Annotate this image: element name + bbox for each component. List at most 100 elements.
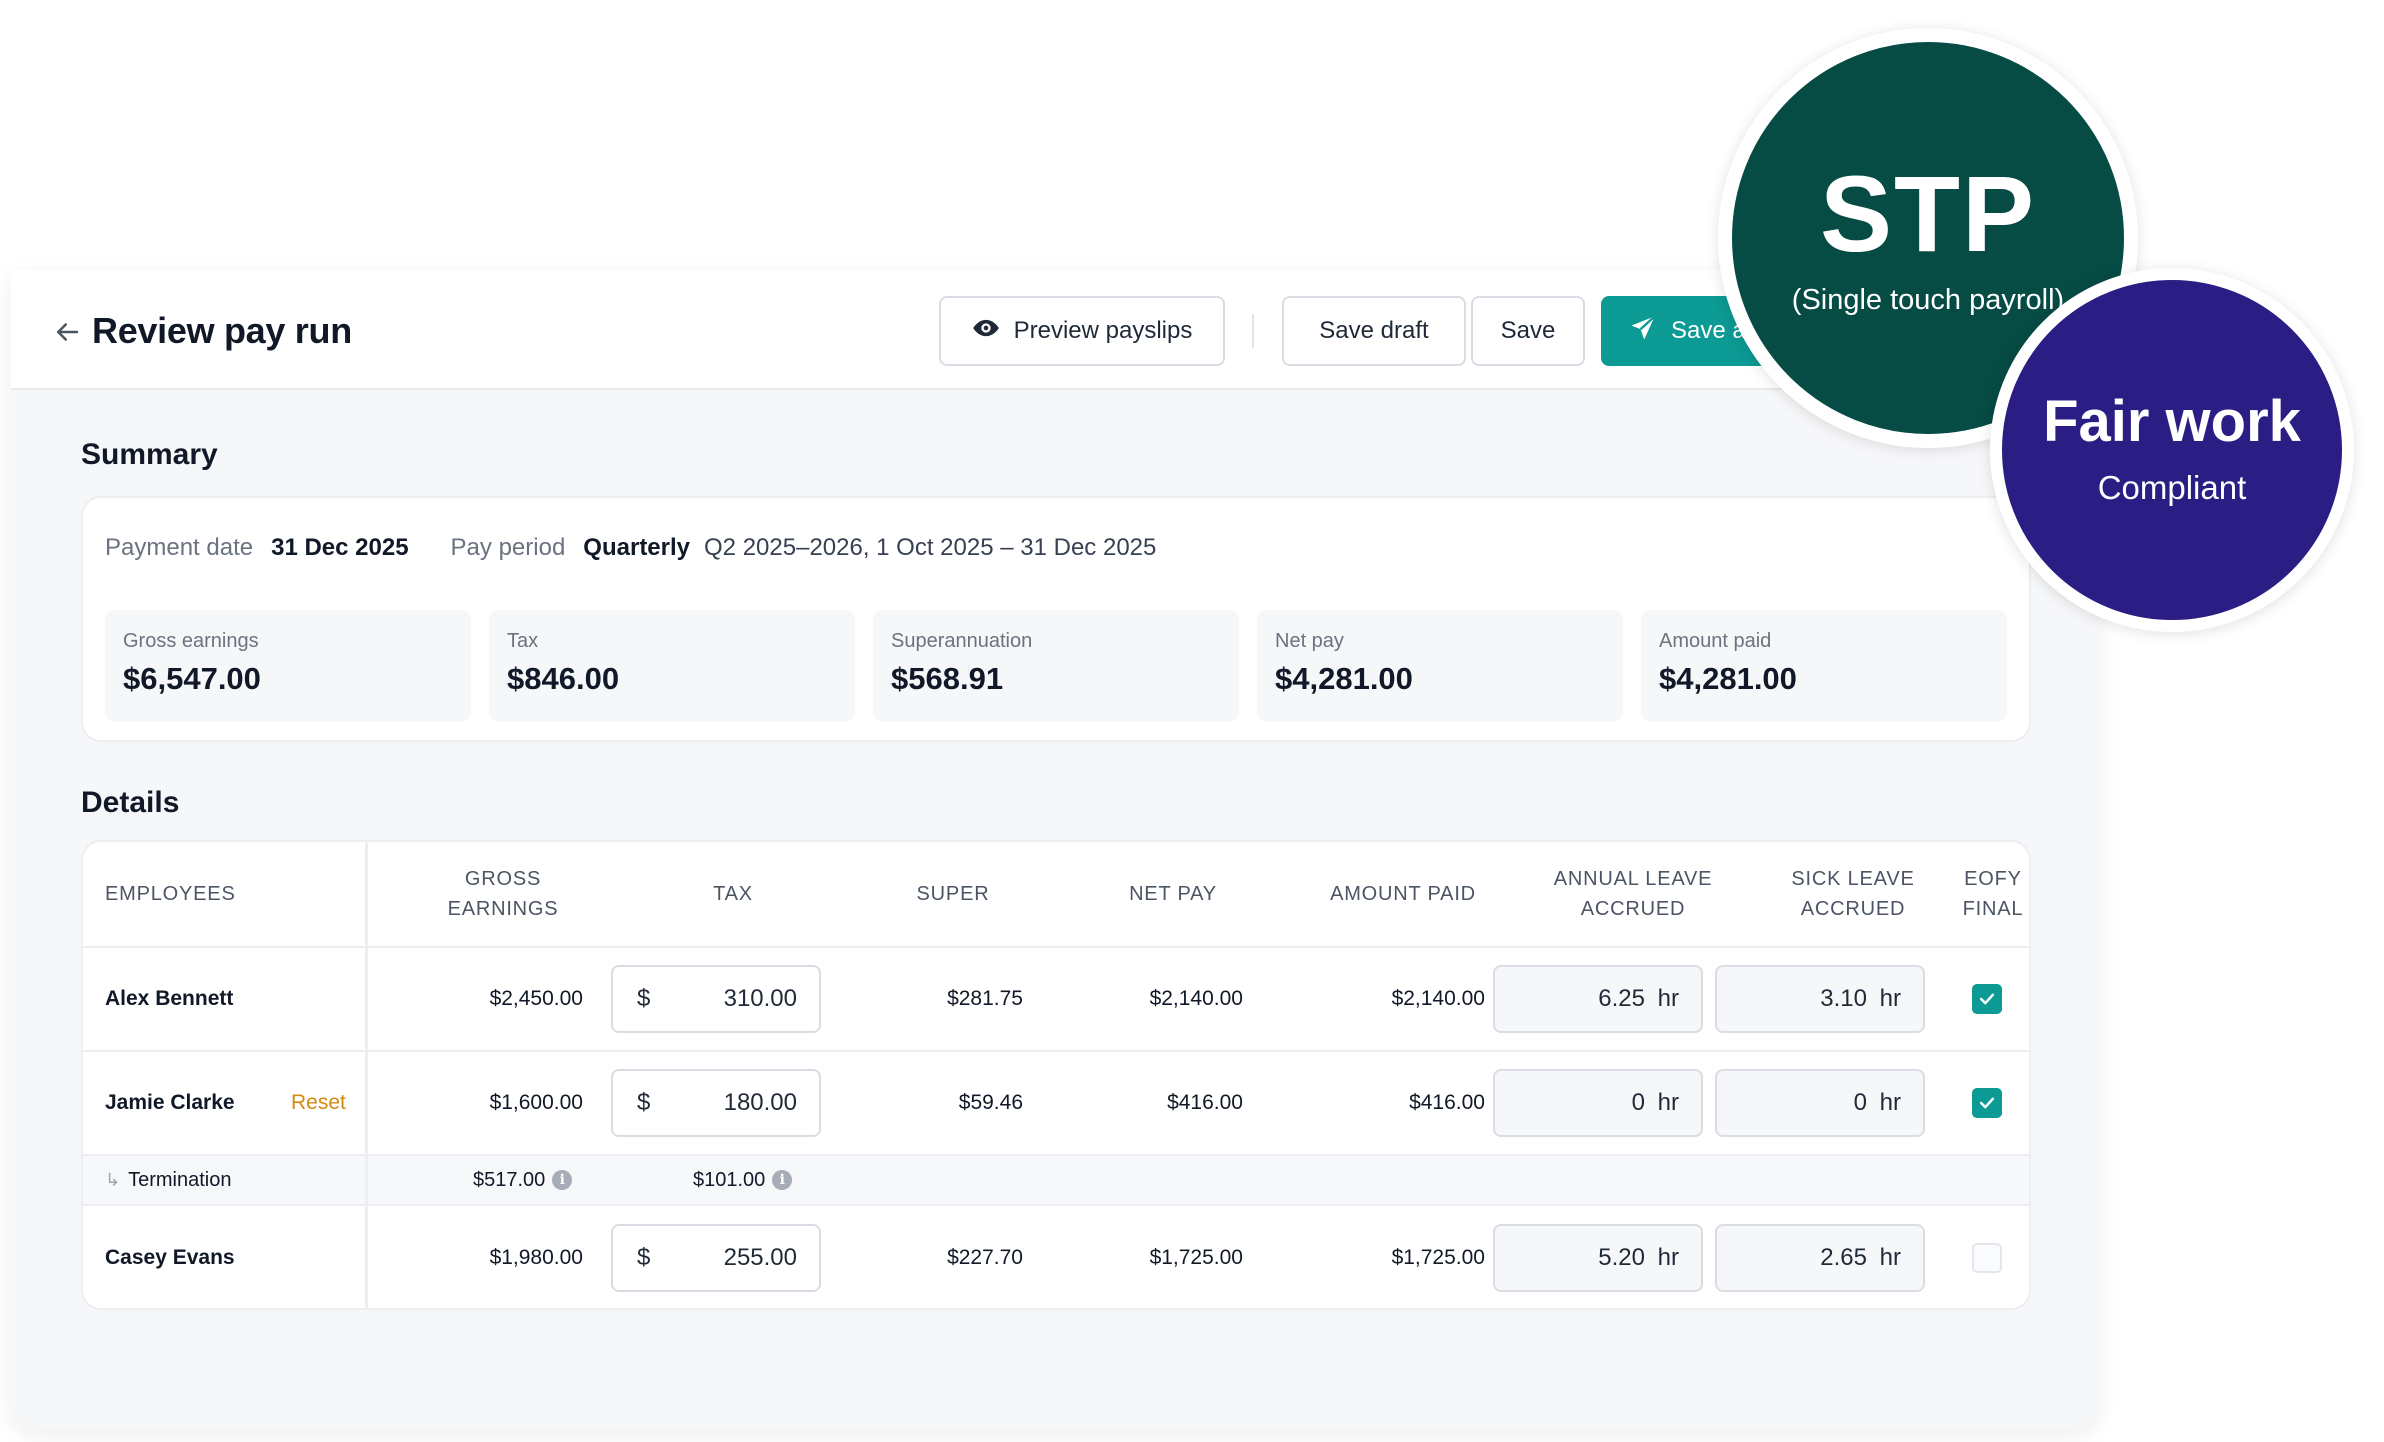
termination-tax: $101.00 i: [693, 1154, 793, 1206]
tax-input-value: 310.00: [723, 985, 797, 1012]
col-header-employees: EMPLOYEES: [105, 883, 236, 905]
hours-unit: hr: [1879, 1089, 1901, 1116]
stat-value: $4,281.00: [1659, 661, 1797, 696]
stat-net-pay: Net pay $4,281.00: [1257, 610, 1623, 722]
net-pay-cell: $1,725.00: [1149, 1246, 1243, 1269]
toolbar-divider: [1252, 314, 1254, 348]
col-header-line: ANNUAL LEAVE: [1553, 868, 1713, 890]
employee-name: Jamie Clarke: [105, 1091, 235, 1114]
save-button[interactable]: Save: [1471, 296, 1585, 366]
summary-card: Payment date 31 Dec 2025 Pay period Quar…: [81, 496, 2031, 742]
tax-input[interactable]: $ 255.00: [611, 1224, 821, 1292]
summary-heading: Summary: [81, 438, 218, 471]
stat-label: Tax: [507, 630, 539, 652]
info-icon[interactable]: i: [772, 1170, 793, 1190]
annual-leave-value: 6.25: [1598, 985, 1645, 1012]
amount-paid-cell: $416.00: [1409, 1091, 1485, 1114]
termination-gross-value: $517.00: [473, 1168, 546, 1191]
sick-leave-value: 0: [1853, 1089, 1867, 1116]
col-header-sick-leave: SICK LEAVE ACCRUED: [1743, 842, 1963, 946]
gross-earnings-cell: $1,600.00: [489, 1091, 583, 1114]
col-header-line: SICK LEAVE: [1791, 868, 1915, 890]
eofy-final-checkbox[interactable]: [1972, 1088, 2002, 1118]
stat-value: $846.00: [507, 661, 620, 696]
sub-row-arrow-icon: ↳: [105, 1169, 121, 1190]
pay-period-range: Q2 2025–2026, 1 Oct 2025 – 31 Dec 2025: [704, 534, 1157, 561]
employee-name: Casey Evans: [105, 1246, 235, 1269]
hours-unit: hr: [1657, 985, 1679, 1012]
reset-link[interactable]: Reset: [291, 1052, 346, 1154]
stat-value: $4,281.00: [1275, 661, 1413, 696]
sick-leave-input[interactable]: 2.65 hr: [1715, 1224, 1925, 1292]
col-header-tax: TAX: [713, 883, 753, 905]
back-arrow-icon[interactable]: [47, 312, 87, 352]
tax-input-value: 255.00: [723, 1244, 797, 1271]
hours-unit: hr: [1879, 1244, 1901, 1271]
col-header-amount-paid: AMOUNT PAID: [1330, 883, 1476, 905]
tax-input[interactable]: $ 310.00: [611, 965, 821, 1033]
col-header-line: GROSS: [464, 868, 542, 890]
stat-superannuation: Superannuation $568.91: [873, 610, 1239, 722]
col-header-super: SUPER: [916, 883, 990, 905]
eofy-final-checkbox[interactable]: [1972, 1243, 2002, 1273]
sick-leave-value: 3.10: [1820, 985, 1867, 1012]
details-table: EMPLOYEES GROSS EARNINGS TAX SUPER NET PA…: [81, 840, 2031, 1310]
page-title: Review pay run: [92, 310, 352, 351]
stat-amount-paid: Amount paid $4,281.00: [1641, 610, 2007, 722]
annual-leave-input[interactable]: 6.25 hr: [1493, 965, 1703, 1033]
pay-period-meta: Payment date 31 Dec 2025 Pay period Quar…: [105, 534, 1156, 562]
annual-leave-value: 5.20: [1598, 1244, 1645, 1271]
tax-input-value: 180.00: [723, 1089, 797, 1116]
fair-work-badge-title: Fair work: [2043, 389, 2301, 454]
sick-leave-input[interactable]: 0 hr: [1715, 1069, 1925, 1137]
send-icon: [1629, 314, 1657, 349]
currency-symbol: $: [637, 1244, 651, 1271]
termination-label: Termination: [128, 1168, 232, 1191]
currency-symbol: $: [637, 1089, 651, 1116]
amount-paid-cell: $1,725.00: [1391, 1246, 1485, 1269]
net-pay-cell: $2,140.00: [1149, 987, 1243, 1010]
stat-label: Superannuation: [891, 630, 1033, 652]
super-cell: $59.46: [958, 1091, 1023, 1114]
employee-name: Alex Bennett: [105, 987, 234, 1010]
annual-leave-input[interactable]: 5.20 hr: [1493, 1224, 1703, 1292]
payment-date-value: 31 Dec 2025: [271, 534, 409, 561]
check-icon: [1979, 993, 1995, 1005]
termination-gross: $517.00 i: [473, 1154, 573, 1206]
gross-earnings-cell: $1,980.00: [489, 1246, 583, 1269]
sick-leave-value: 2.65: [1820, 1244, 1867, 1271]
stp-badge-subtitle: (Single touch payroll): [1791, 283, 2065, 316]
eofy-final-checkbox[interactable]: [1972, 984, 2002, 1014]
pay-run-window: Review pay run Preview payslips Save dra…: [11, 270, 2099, 1430]
currency-symbol: $: [637, 985, 651, 1012]
info-icon[interactable]: i: [552, 1170, 573, 1190]
save-draft-button[interactable]: Save draft: [1282, 296, 1466, 366]
termination-row: [83, 1154, 2029, 1206]
pay-period-type: Quarterly: [583, 534, 691, 561]
annual-leave-input[interactable]: 0 hr: [1493, 1069, 1703, 1137]
stat-value: $6,547.00: [123, 661, 261, 696]
preview-payslips-button[interactable]: Preview payslips: [939, 296, 1225, 366]
col-header-net-pay: NET PAY: [1129, 883, 1217, 905]
col-header-annual-leave: ANNUAL LEAVE ACCRUED: [1523, 842, 1743, 946]
fair-work-badge: Fair work Compliant: [1990, 268, 2354, 632]
stat-gross-earnings: Gross earnings $6,547.00: [105, 610, 471, 722]
stat-label: Net pay: [1275, 630, 1344, 652]
net-pay-cell: $416.00: [1167, 1091, 1243, 1114]
termination-tax-value: $101.00: [693, 1168, 766, 1191]
eye-icon: [972, 314, 1000, 349]
col-header-line: ACCRUED: [1800, 898, 1906, 920]
stp-badge-title: STP: [1819, 152, 2037, 274]
stage: Review pay run Preview payslips Save dra…: [0, 0, 2384, 1442]
header-divider: [83, 946, 2029, 948]
sick-leave-input[interactable]: 3.10 hr: [1715, 965, 1925, 1033]
annual-leave-value: 0: [1631, 1089, 1645, 1116]
hours-unit: hr: [1879, 985, 1901, 1012]
fair-work-badge-subtitle: Compliant: [2097, 469, 2247, 506]
col-header-line: FINAL: [1962, 898, 2024, 920]
check-icon: [1979, 1097, 1995, 1109]
col-header-eofy-final: EOFY FINAL: [1953, 842, 2029, 946]
preview-payslips-label: Preview payslips: [1013, 317, 1193, 344]
tax-input[interactable]: $ 180.00: [611, 1069, 821, 1137]
stat-tax: Tax $846.00: [489, 610, 855, 722]
